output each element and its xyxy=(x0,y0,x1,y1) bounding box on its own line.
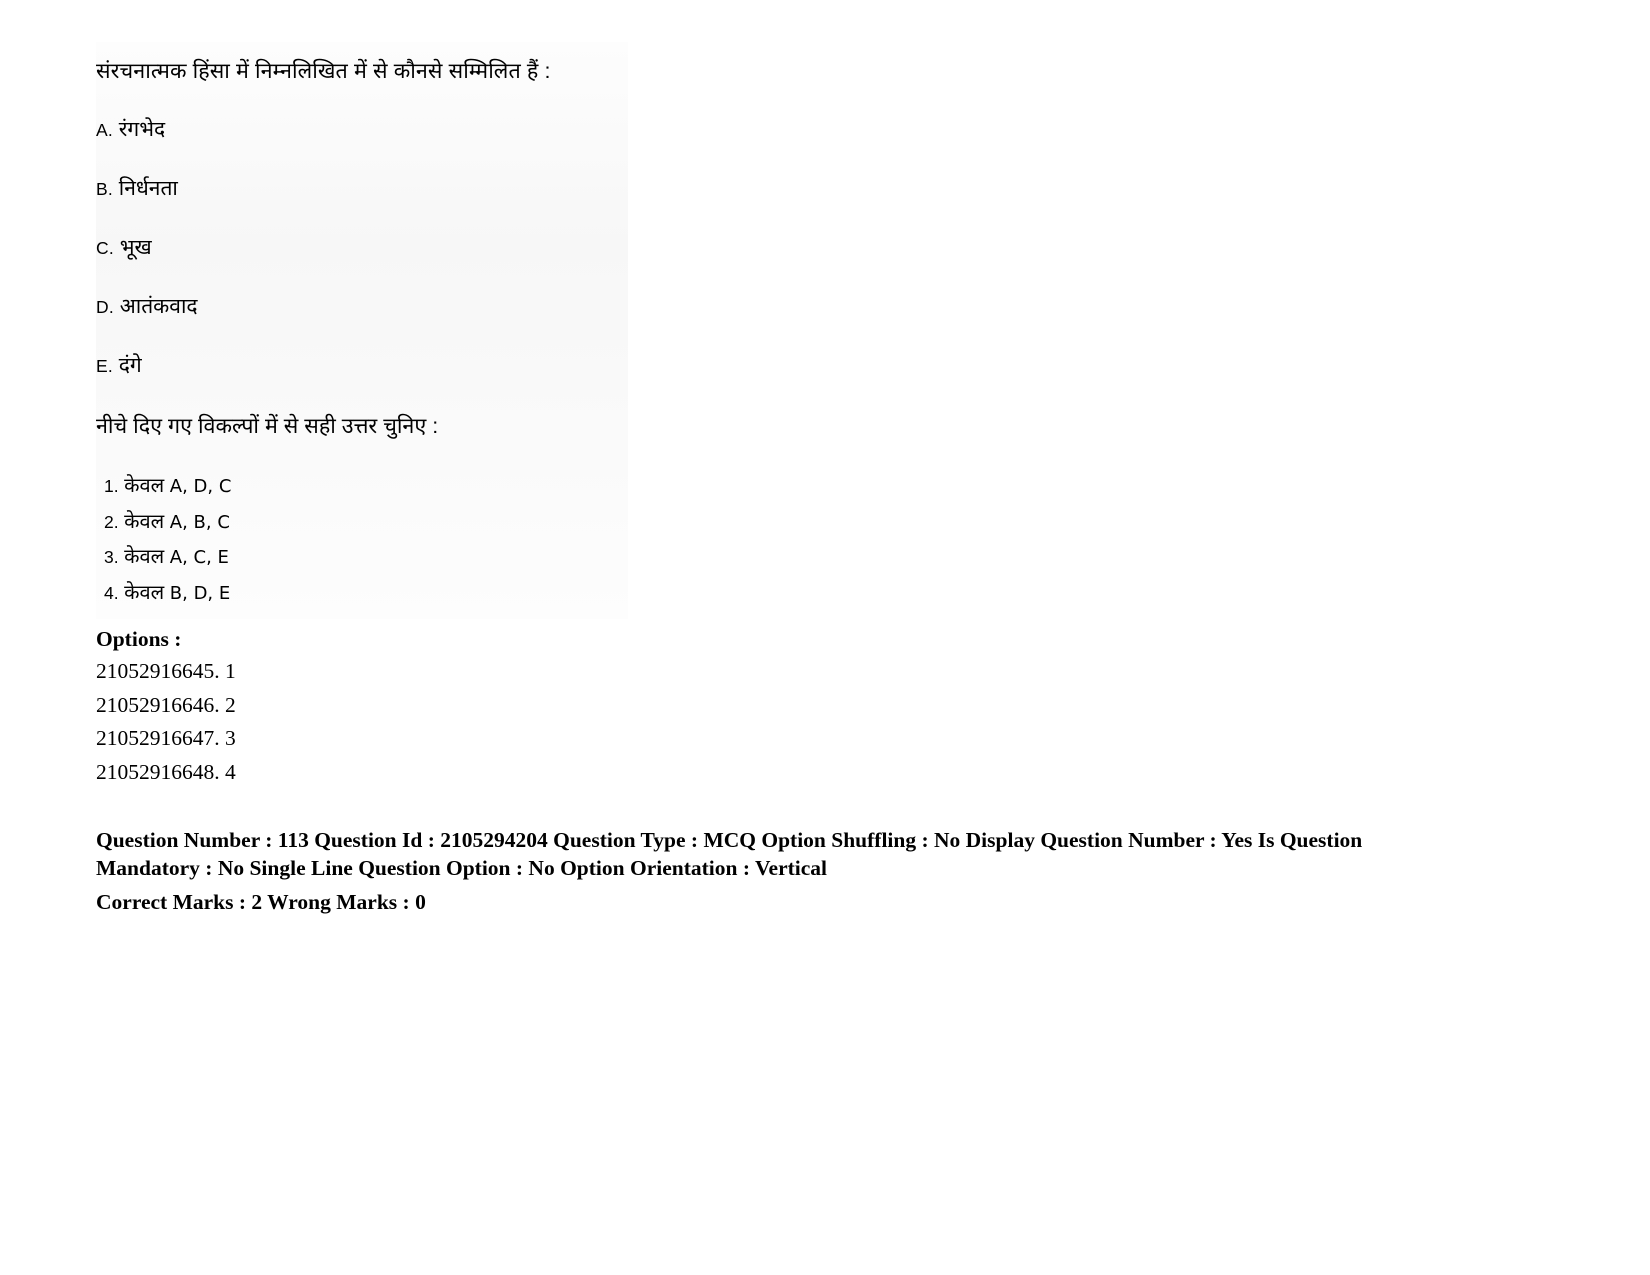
options-heading: Options : xyxy=(96,627,182,651)
choice-4-number: 4. xyxy=(104,582,119,603)
statement-b-text: निर्धनता xyxy=(118,177,178,200)
statement-a-text: रंगभेद xyxy=(118,118,166,141)
choice-2: 2. केवल A, B, C xyxy=(104,505,628,541)
choice-3-number: 3. xyxy=(104,547,119,567)
choice-2-prefix: केवल xyxy=(124,510,165,533)
choice-3: 3. केवल A, C, E xyxy=(104,540,628,576)
metadata-line-1: Question Number : 113 Question Id : 2105… xyxy=(96,828,1363,880)
statement-a: A. रंगभेद xyxy=(96,84,628,143)
choice-4: 4. केवल B, D, E xyxy=(104,576,628,612)
choice-1: 1. केवल A, D, C xyxy=(104,469,628,505)
question-stem: संरचनात्मक हिंसा में निम्नलिखित में से क… xyxy=(96,59,551,83)
option-id-row: 21052916647. 3 xyxy=(96,726,236,750)
choice-1-items: A, D, C xyxy=(169,476,232,497)
choice-2-items: A, B, C xyxy=(169,511,230,533)
statement-c-label: C. xyxy=(96,238,114,258)
metadata-marks-line: Correct Marks : 2 Wrong Marks : 0 xyxy=(96,889,426,914)
option-id-list: 21052916645. 1 21052916646. 2 2105291664… xyxy=(96,655,236,789)
statement-d-text: आतंकवाद xyxy=(119,295,198,318)
statement-b: B. निर्धनता xyxy=(96,143,628,202)
option-id-row: 21052916646. 2 xyxy=(96,692,236,717)
statement-e-text: दंगे xyxy=(118,354,142,377)
choice-1-prefix: केवल xyxy=(124,475,165,497)
choice-2-number: 2. xyxy=(104,511,119,532)
statement-d-label: D. xyxy=(96,297,114,317)
choice-3-prefix: केवल xyxy=(124,546,165,568)
statement-e: E. दंगे xyxy=(96,320,628,379)
option-id-row: 21052916648. 4 xyxy=(96,759,236,784)
scanned-question-image: संरचनात्मक हिंसा में निम्नलिखित में से क… xyxy=(96,42,628,619)
statement-e-label: E. xyxy=(96,356,113,376)
statement-c: C. भूख xyxy=(96,202,628,261)
choice-4-items: B, D, E xyxy=(169,582,231,604)
choice-1-number: 1. xyxy=(104,476,119,496)
choice-list: 1. केवल A, D, C 2. केवल A, B, C 3. केवल … xyxy=(96,439,628,619)
option-id-row: 21052916645. 1 xyxy=(96,659,236,683)
choice-4-prefix: केवल xyxy=(124,581,165,604)
choice-3-items: A, C, E xyxy=(169,547,229,568)
statement-b-label: B. xyxy=(96,179,113,199)
answer-prompt: नीचे दिए गए विकल्पों में से सही उत्तर चु… xyxy=(96,414,439,438)
statement-a-label: A. xyxy=(96,120,113,140)
question-metadata: Question Number : 113 Question Id : 2105… xyxy=(96,827,1426,916)
statement-c-text: भूख xyxy=(119,236,152,259)
statement-d: D. आतंकवाद xyxy=(96,261,628,320)
question-page: संरचनात्मक हिंसा में निम्नलिखित में से क… xyxy=(0,0,1650,1275)
